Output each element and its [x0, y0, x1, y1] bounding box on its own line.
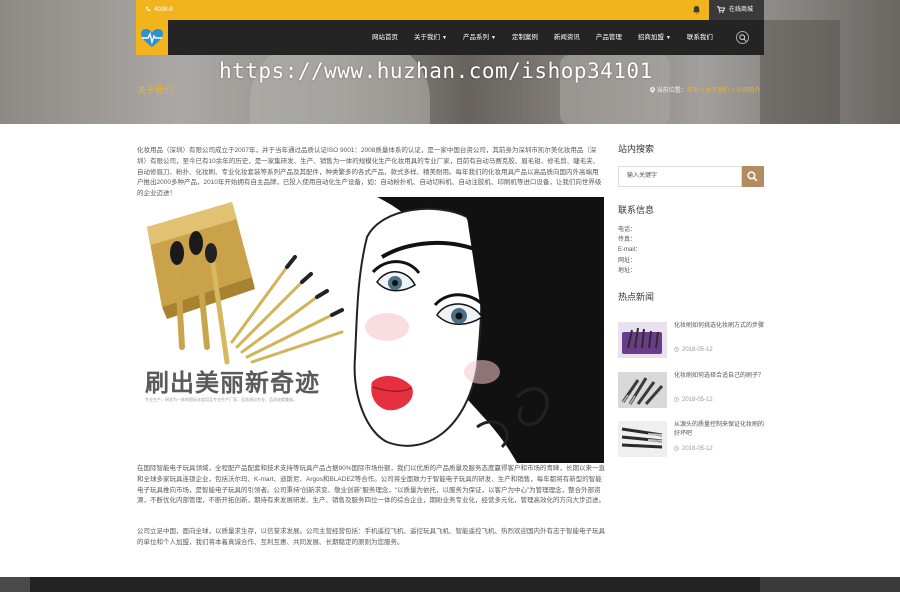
nav-item-franchise[interactable]: 招商加盟 ▼	[630, 20, 679, 55]
clock-icon	[674, 446, 679, 451]
footer-decoration	[0, 577, 30, 592]
news-date-text: 2018-05-12	[682, 347, 713, 354]
nav-item-products[interactable]: 产品系列 ▼	[455, 20, 504, 55]
news-date-text: 2018-05-12	[682, 446, 713, 453]
heart-pulse-logo-icon	[141, 29, 163, 47]
news-title[interactable]: 从源头的质量控制来保证化妆刷的好坏吧	[674, 421, 764, 439]
news-thumbnail[interactable]	[618, 421, 667, 457]
contact-address: 地址：	[618, 267, 637, 274]
brush-set-thumbnail	[618, 322, 667, 358]
news-item[interactable]: 化妆刷如何选择合适自己的刷子？ 2018-05-12	[618, 372, 764, 410]
news-title[interactable]: 化妆刷如何挑选化妆刷方式的步骤	[674, 322, 764, 331]
breadcrumb-prefix: 当前位置：	[656, 88, 687, 94]
contact-url: 网址：	[618, 257, 637, 264]
nav-item-news[interactable]: 新闻资讯	[546, 20, 588, 55]
online-shop-button[interactable]: 在线商城	[709, 0, 764, 20]
caret-down-icon: ▼	[490, 35, 496, 41]
breadcrumb: 当前位置：首页 > 关于我们 > 公司简介	[650, 85, 760, 94]
makeup-brush-illustration	[147, 197, 604, 463]
news-item[interactable]: 化妆刷如何挑选化妆刷方式的步骤 2018-05-12	[618, 322, 764, 360]
phone-text: 4008-8	[154, 7, 173, 13]
news-date: 2018-05-12	[674, 397, 713, 403]
nav-item-cases[interactable]: 定制案例	[504, 20, 546, 55]
site-logo[interactable]	[136, 20, 168, 55]
phone-icon	[146, 7, 151, 12]
nav-item-label: 关于我们	[414, 34, 440, 41]
nav-search-button[interactable]	[736, 31, 749, 44]
nav-item-label: 网站首页	[372, 34, 398, 41]
online-shop-label: 在线商城	[729, 7, 754, 13]
body-paragraph: 在国际智能电子玩具领域，全程配产品配套和技术支持等玩具产品占据90%国际市场份额…	[137, 465, 606, 505]
article-closing: 公司立足中国，面向全球，以质量求生存，以信誉求发展。公司主营经营包括：手机遥控飞…	[137, 527, 605, 549]
sidebar-search-section: 站内搜索	[618, 142, 764, 163]
search-icon	[739, 34, 747, 42]
top-bar: 4008-8 在线商城	[136, 0, 764, 20]
footer-decoration	[760, 577, 900, 592]
article-intro: 化妆用品（深圳）有限公司成立于2007年，并于当年通过品质认证ISO 9001：…	[137, 146, 603, 200]
search-section-title: 站内搜索	[618, 144, 655, 154]
phone-number: 4008-8	[145, 0, 173, 20]
contact-email: E-mail：	[618, 247, 642, 254]
nav-item-home[interactable]: 网站首页	[364, 20, 406, 55]
news-date-text: 2018-05-12	[682, 397, 713, 404]
location-pin-icon	[650, 87, 655, 94]
contact-tel: 电话：	[618, 227, 637, 233]
slogan-text: 刷出美丽新奇迹	[145, 370, 320, 397]
brush-set-thumbnail	[618, 421, 667, 457]
page-footer	[0, 577, 900, 592]
breadcrumb-path[interactable]: 首页 > 关于我们 > 公司简介	[687, 88, 761, 94]
contact-section-title: 联系信息	[618, 205, 655, 215]
slogan-fine-print: 专业生产，研发为一体的国际化妆用品专业生产厂家，品质源自专业，品质成就美丽。	[145, 397, 297, 402]
news-title[interactable]: 化妆刷如何选择合适自己的刷子？	[674, 372, 764, 381]
intro-paragraph: 化妆用品（深圳）有限公司成立于2007年，并于当年通过品质认证ISO 9001：…	[137, 147, 602, 198]
clock-icon	[674, 347, 679, 352]
caret-down-icon: ▼	[442, 35, 447, 41]
site-search-button[interactable]	[742, 166, 764, 187]
contact-info: 电话： 传真： E-mail： 网址： 地址：	[618, 225, 641, 276]
cart-icon	[717, 6, 726, 13]
site-search-input[interactable]: 输入关键字	[618, 166, 742, 187]
product-illustration: 刷出美丽新奇迹 专业生产，研发为一体的国际化妆用品专业生产厂家，品质源自专业，品…	[137, 197, 604, 463]
watermark-url: https://www.huzhan.com/ishop34101	[219, 59, 653, 83]
news-thumbnail[interactable]	[618, 372, 667, 408]
nav-item-contact[interactable]: 联系我们	[679, 20, 721, 55]
news-item[interactable]: 从源头的质量控制来保证化妆刷的好坏吧 2018-05-12	[618, 421, 764, 459]
caret-down-icon: ▼	[665, 35, 671, 41]
nav-item-label: 新闻资讯	[553, 34, 580, 41]
news-thumbnail[interactable]	[618, 322, 667, 358]
closing-paragraph: 公司立足中国，面向全球，以质量求生存，以信誉求发展。公司主营经营包括：手机遥控飞…	[137, 528, 605, 546]
search-icon	[747, 171, 758, 182]
nav-item-label: 产品管理	[595, 34, 622, 41]
nav-item-label: 定制案例	[511, 34, 538, 41]
contact-fax: 传真：	[618, 237, 637, 244]
nav-item-label: 产品系列	[462, 34, 489, 41]
clock-icon	[674, 397, 679, 402]
nav-item-label: 联系我们	[686, 34, 713, 41]
hot-news-title: 热点新闻	[618, 292, 655, 302]
nav-item-product-management[interactable]: 产品管理	[588, 20, 630, 55]
nav-menu: 网站首页 关于我们 ▼ 产品系列 ▼ 定制案例 新闻资讯 产品管理 招商加盟 ▼ 联系…	[364, 20, 721, 55]
nav-item-label: 招商加盟	[637, 34, 664, 41]
main-nav: 网站首页 关于我们 ▼ 产品系列 ▼ 定制案例 新闻资讯 产品管理 招商加盟 ▼ 联系…	[136, 20, 764, 55]
brush-set-thumbnail	[618, 372, 667, 408]
bell-icon[interactable]	[692, 5, 701, 15]
news-date: 2018-05-12	[674, 347, 713, 353]
news-date: 2018-05-12	[674, 446, 713, 452]
nav-item-about[interactable]: 关于我们 ▼	[406, 20, 455, 55]
page-title: 关于我们	[137, 85, 174, 95]
article-body: 在国际智能电子玩具领域，全程配产品配套和技术支持等玩具产品占据90%国际市场份额…	[137, 464, 605, 507]
